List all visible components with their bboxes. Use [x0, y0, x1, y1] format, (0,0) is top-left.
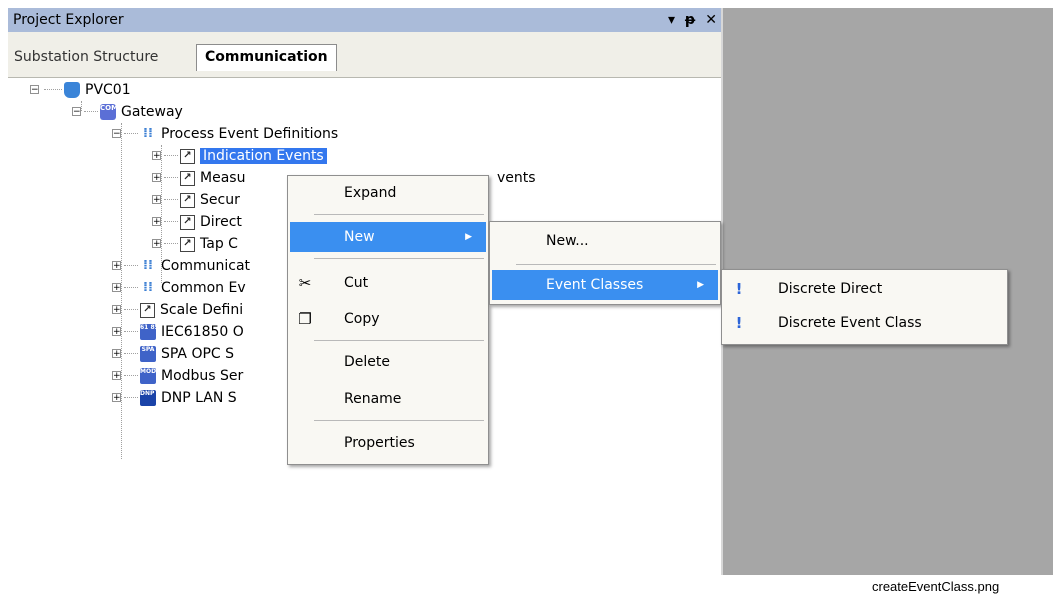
tree-connector [124, 265, 138, 266]
shortcut-icon: ↗ [180, 192, 195, 208]
shortcut-icon: ↗ [180, 170, 195, 186]
pin-icon[interactable]: ᵽ [685, 12, 695, 28]
menu-separator [314, 420, 484, 421]
gateway-icon: COM 600 [100, 104, 135, 120]
menu-item-delete[interactable]: Delete [290, 347, 486, 377]
tree-connector [164, 243, 178, 244]
node-label: Measu [200, 170, 246, 186]
menu-separator [516, 264, 716, 265]
scissors-icon: ✂ [298, 274, 312, 292]
node-label: Common Ev [161, 280, 246, 296]
collapse-icon[interactable]: − [112, 129, 121, 139]
dnp-icon: DNP LAN [140, 390, 170, 406]
node-label: Tap C [200, 236, 238, 252]
node-label: Secur [200, 192, 240, 208]
database-icon [64, 82, 80, 98]
node-label: DNP LAN S [161, 390, 237, 406]
menu-item-event-classes[interactable]: Event Classes ▶ [492, 270, 718, 300]
menu-item-cut[interactable]: ✂ Cut [290, 268, 486, 298]
expand-icon[interactable]: + [152, 217, 161, 227]
tab-strip: Substation Structure Communication [8, 32, 721, 78]
tree-connector [44, 89, 62, 90]
modbus-icon: MOD BUS [140, 368, 172, 384]
node-label: Modbus Ser [161, 368, 244, 384]
shortcut-icon: ↗ [180, 236, 195, 252]
expand-icon[interactable]: + [112, 261, 121, 271]
tree-connector [124, 133, 138, 134]
expand-icon[interactable]: + [152, 151, 161, 161]
tree-connector [84, 111, 98, 112]
copy-icon: ❐ [298, 310, 312, 328]
node-label-tail: vents [497, 170, 536, 186]
menu-separator [314, 340, 484, 341]
tree-connector [124, 331, 138, 332]
menu-item-properties[interactable]: Properties [290, 428, 486, 458]
event-group-icon: ⁞⁞ [143, 126, 153, 141]
collapse-icon[interactable]: − [72, 107, 81, 117]
menu-item-copy[interactable]: ❐ Copy [290, 304, 486, 334]
dropdown-icon[interactable]: ▾ [668, 12, 675, 28]
submenu-new: New... Event Classes ▶ [489, 221, 721, 305]
collapse-icon[interactable]: − [30, 85, 39, 95]
expand-icon[interactable]: + [112, 349, 121, 359]
expand-icon[interactable]: + [152, 173, 161, 183]
tree-connector [124, 397, 138, 398]
iec61850-icon: 61 850 [140, 324, 163, 340]
menu-item-new-ellipsis[interactable]: New... [492, 226, 718, 256]
submenu-arrow-icon: ▶ [697, 280, 704, 290]
expand-icon[interactable]: + [112, 305, 121, 315]
node-label: SPA OPC S [161, 346, 235, 362]
menu-item-expand[interactable]: Expand [290, 178, 486, 208]
tree-connector [164, 199, 178, 200]
node-label: PVC01 [85, 82, 131, 98]
exclamation-icon: ! [735, 314, 743, 332]
spa-icon: SPA [140, 346, 156, 362]
tab-communication[interactable]: Communication [196, 44, 337, 71]
context-menu: Expand New ▶ ✂ Cut ❐ Copy Delete Rename Pro… [287, 175, 489, 465]
expand-icon[interactable]: + [152, 239, 161, 249]
shortcut-icon: ↗ [180, 214, 195, 230]
image-caption: createEventClass.png [872, 579, 1000, 594]
menu-item-new[interactable]: New ▶ [290, 222, 486, 252]
event-group-icon: ⁞⁞ [143, 280, 153, 295]
expand-icon[interactable]: + [112, 371, 121, 381]
close-icon[interactable]: ✕ [705, 12, 717, 28]
tree-connector [124, 353, 138, 354]
expand-icon[interactable]: + [112, 283, 121, 293]
tree-connector [124, 309, 138, 310]
menu-item-discrete-direct[interactable]: ! Discrete Direct [724, 274, 1005, 304]
tree-connector [164, 155, 178, 156]
node-label: Direct [200, 214, 242, 230]
shortcut-icon: ↗ [140, 302, 155, 318]
expand-icon[interactable]: + [112, 327, 121, 337]
expand-icon[interactable]: + [152, 195, 161, 205]
menu-item-rename[interactable]: Rename [290, 384, 486, 414]
submenu-arrow-icon: ▶ [465, 232, 472, 242]
shortcut-icon: ↗ [180, 148, 195, 164]
menu-separator [314, 214, 484, 215]
tree-connector [121, 123, 122, 459]
titlebar-buttons: ▾ ᵽ ✕ [663, 8, 717, 32]
node-label: Scale Defini [160, 302, 244, 318]
panel-titlebar: Project Explorer ▾ ᵽ ✕ [8, 8, 721, 32]
tree-connector [164, 177, 178, 178]
tree-connector [124, 375, 138, 376]
node-label-selected: Indication Events [200, 148, 327, 164]
tree-connector [164, 221, 178, 222]
expand-icon[interactable]: + [112, 393, 121, 403]
node-label: Process Event Definitions [161, 126, 339, 142]
tree-connector [124, 287, 138, 288]
menu-separator [314, 258, 484, 259]
event-group-icon: ⁞⁞ [143, 258, 153, 273]
panel-title: Project Explorer [13, 12, 124, 28]
node-label: IEC61850 O [161, 324, 244, 340]
submenu-event-classes: ! Discrete Direct ! Discrete Event Class [721, 269, 1008, 345]
exclamation-icon: ! [735, 280, 743, 298]
tab-substation-structure[interactable]: Substation Structure [14, 45, 158, 69]
tree-connector [81, 101, 82, 111]
node-label: Gateway [121, 104, 183, 120]
node-label: Communicat [161, 258, 251, 274]
menu-item-discrete-event-class[interactable]: ! Discrete Event Class [724, 308, 1005, 338]
